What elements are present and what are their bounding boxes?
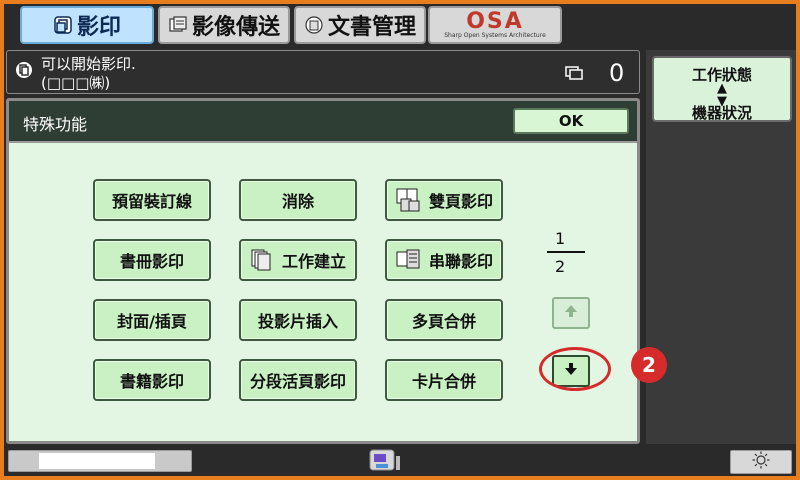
page-up-button[interactable] [552,297,590,329]
special-modes-panel: 特殊功能 OK 預留裝訂線 消除 雙頁影印 書冊影印 工作建立 串聯影印 封面/… [6,98,667,444]
dual-page-icon [395,187,421,213]
status-subtext: (□□□㈱) [41,74,111,92]
tab-copy-label: 影印 [76,15,121,40]
pamphlet-copy-label: 書冊影印 [119,252,184,271]
card-shot-label: 卡片合併 [411,372,476,391]
tab-copy[interactable]: 影印 [20,6,154,44]
osa-logo: OSA Sharp Open Systems Architecture [444,11,546,39]
erase-button[interactable]: 消除 [239,179,357,221]
copies-icon [565,65,583,84]
dual-page-copy-label: 雙頁影印 [428,192,493,211]
margin-shift-label: 預留裝訂線 [111,192,192,211]
copy-count: 0 [609,59,625,87]
dual-page-copy-button[interactable]: 雙頁影印 [385,179,503,221]
job-build-button[interactable]: 工作建立 [239,239,357,281]
callout-marker: 2 [631,347,667,383]
image-send-icon [168,15,188,35]
tab-copy-button[interactable]: 分段活頁影印 [239,359,357,401]
arrow-up-icon [563,303,579,323]
right-panel: 工作狀態 ▲ ▼ 機器狀況 [646,50,796,444]
tab-copy-label: 分段活頁影印 [249,372,346,391]
progress-fill [39,453,155,469]
pamphlet-copy-button[interactable]: 書冊影印 [93,239,211,281]
status-message-bar: 可以開始影印. (□□□㈱) 0 [6,50,640,94]
machine-status-label: 機器狀況 [691,104,752,122]
brightness-button[interactable] [730,450,792,474]
transparency-inserts-button[interactable]: 投影片插入 [239,299,357,341]
transparency-inserts-label: 投影片插入 [257,312,338,331]
tab-osa[interactable]: OSA Sharp Open Systems Architecture [428,6,562,44]
page-total: 2 [555,257,566,276]
tandem-copy-label: 串聯影印 [428,252,493,271]
highlight-ring [539,347,611,391]
book-copy-label: 書籍影印 [119,372,184,391]
erase-label: 消除 [281,192,314,211]
touch-screen: 影印 影像傳送 文書管理 OSA Sharp Open Systems Arch… [4,4,796,476]
multi-shot-button[interactable]: 多頁合併 [385,299,503,341]
page-current: 1 [555,229,566,248]
device-frame: 影印 影像傳送 文書管理 OSA Sharp Open Systems Arch… [0,0,800,480]
job-build-icon [250,248,274,272]
covers-inserts-button[interactable]: 封面/插頁 [93,299,211,341]
printer-icon[interactable] [362,446,402,476]
sun-icon [752,451,770,473]
page-divider [547,251,585,253]
document-filing-icon [304,15,324,35]
tab-image-send[interactable]: 影像傳送 [158,6,290,44]
osa-logo-text: OSA [466,9,524,34]
multi-shot-label: 多頁合併 [411,312,476,331]
panel-header: 特殊功能 OK [9,101,637,143]
card-shot-button[interactable]: 卡片合併 [385,359,503,401]
osa-logo-subtext: Sharp Open Systems Architecture [444,32,546,39]
tandem-copy-button[interactable]: 串聯影印 [385,239,503,281]
panel-title: 特殊功能 [23,115,88,134]
status-text: 可以開始影印. [41,55,136,73]
tab-document-filing-label: 文書管理 [327,15,416,40]
copy-status-icon [15,61,33,83]
tab-document-filing[interactable]: 文書管理 [294,6,426,44]
margin-shift-button[interactable]: 預留裝訂線 [93,179,211,221]
bottom-bar [4,444,796,476]
copy-icon [53,15,73,35]
tab-image-send-label: 影像傳送 [191,15,280,40]
progress-indicator [8,450,192,472]
mode-tab-bar: 影印 影像傳送 文書管理 OSA Sharp Open Systems Arch… [4,4,796,48]
book-copy-button[interactable]: 書籍影印 [93,359,211,401]
job-build-label: 工作建立 [281,252,346,271]
covers-inserts-label: 封面/插頁 [117,312,187,331]
ok-button[interactable]: OK [513,108,629,134]
job-status-button[interactable]: 工作狀態 ▲ ▼ 機器狀況 [652,56,792,122]
tandem-copy-icon [395,248,421,272]
